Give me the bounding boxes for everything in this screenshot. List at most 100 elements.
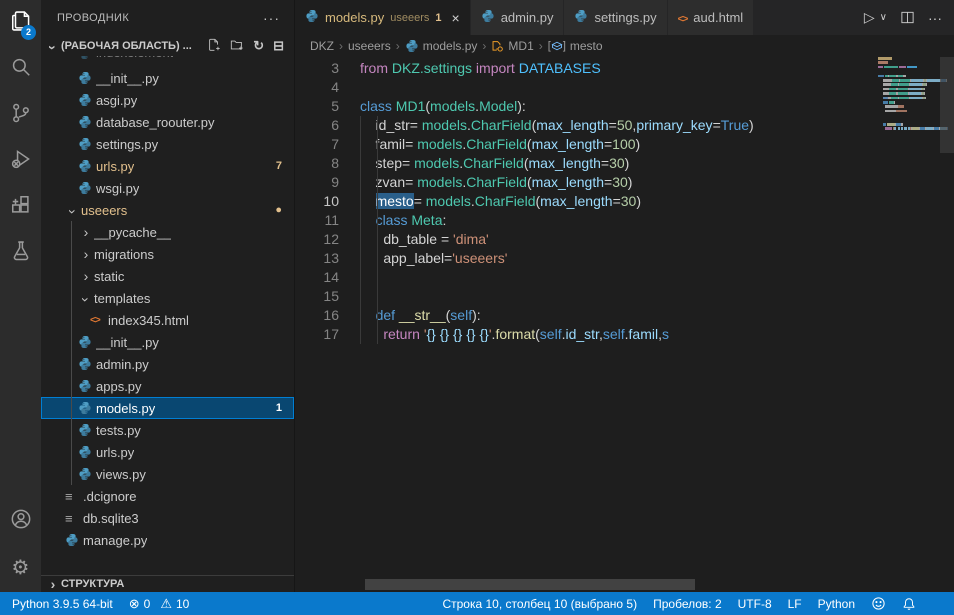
line-number[interactable]: 13 bbox=[295, 249, 339, 268]
code-line-15[interactable]: 15 bbox=[295, 287, 940, 306]
code-line-17[interactable]: 17 return '{} {} {} {} {}'.format(self.i… bbox=[295, 325, 940, 344]
tree-item-asgi-py[interactable]: asgi.py bbox=[41, 89, 294, 111]
activity-search-button[interactable] bbox=[0, 46, 41, 92]
status-problems[interactable]: ⊗0⚠10 bbox=[121, 592, 198, 615]
tree-item-init-py[interactable]: __init__.py bbox=[41, 331, 294, 353]
code-line-6[interactable]: 6 id_str= models.CharField(max_length=50… bbox=[295, 116, 940, 135]
breadcrumb-item-models-py[interactable]: models.py bbox=[405, 39, 478, 53]
tree-item-wsgi-py[interactable]: wsgi.py bbox=[41, 177, 294, 199]
status-indentation[interactable]: Пробелов: 2 bbox=[645, 592, 730, 615]
tree-item-manage-py[interactable]: manage.py bbox=[41, 529, 294, 551]
status-python-interpreter[interactable]: Python 3.9.5 64-bit bbox=[4, 592, 121, 615]
tree-item-dcignore[interactable]: ≡.dcignore bbox=[41, 485, 294, 507]
code-line-5[interactable]: 5class MD1(models.Model): bbox=[295, 97, 940, 116]
tree-item-settings-py[interactable]: settings.py bbox=[41, 133, 294, 155]
tree-item-views-py[interactable]: views.py bbox=[41, 463, 294, 485]
line-number[interactable]: 3 bbox=[295, 59, 339, 78]
line-number[interactable]: 11 bbox=[295, 211, 339, 230]
new-folder-icon[interactable] bbox=[230, 38, 244, 54]
activity-testing-button[interactable] bbox=[0, 230, 41, 276]
tree-item-index345-html[interactable]: <>index345.html bbox=[41, 309, 294, 331]
section-actions: ↻⊟ bbox=[207, 38, 294, 54]
close-icon[interactable]: × bbox=[452, 10, 460, 26]
split-editor-icon[interactable] bbox=[900, 10, 915, 25]
line-number[interactable]: 7 bbox=[295, 135, 339, 154]
status-language-mode[interactable]: Python bbox=[810, 592, 863, 615]
tree-item-db-sqlite3[interactable]: ≡db.sqlite3 bbox=[41, 507, 294, 529]
code-line-4[interactable]: 4 bbox=[295, 78, 940, 97]
status-eol[interactable]: LF bbox=[780, 592, 810, 615]
line-number[interactable]: 12 bbox=[295, 230, 339, 249]
line-number[interactable]: 14 bbox=[295, 268, 339, 287]
code-editor[interactable]: 3from DKZ.settings import DATABASES45cla… bbox=[295, 57, 940, 578]
status-notifications[interactable] bbox=[894, 592, 924, 615]
code-line-7[interactable]: 7 famil= models.CharField(max_length=100… bbox=[295, 135, 940, 154]
tree-item-useeers[interactable]: ›useeers● bbox=[41, 199, 294, 221]
line-number[interactable]: 9 bbox=[295, 173, 339, 192]
code-line-13[interactable]: 13 app_label='useeers' bbox=[295, 249, 940, 268]
tree-item-static[interactable]: ›static bbox=[41, 265, 294, 287]
tree-item-tests-py[interactable]: tests.py bbox=[41, 419, 294, 441]
line-number[interactable]: 15 bbox=[295, 287, 339, 306]
refresh-icon[interactable]: ↻ bbox=[253, 38, 264, 54]
horizontal-scrollbar[interactable] bbox=[365, 579, 695, 590]
run-icon[interactable]: ▷ bbox=[864, 9, 875, 26]
line-number[interactable]: 10 bbox=[295, 192, 339, 211]
workspace-section-header[interactable]: › (РАБОЧАЯ ОБЛАСТЬ) ... ↻⊟ bbox=[41, 35, 294, 57]
code-line-8[interactable]: 8 step= models.CharField(max_length=30) bbox=[295, 154, 940, 173]
tree-item-database-roouter-py[interactable]: database_roouter.py bbox=[41, 111, 294, 133]
outline-section-header[interactable]: › СТРУКТУРА bbox=[41, 575, 294, 592]
activity-run-debug-button[interactable] bbox=[0, 138, 41, 184]
line-number[interactable]: 17 bbox=[295, 325, 339, 344]
line-number[interactable]: 16 bbox=[295, 306, 339, 325]
tree-item-templates[interactable]: ›templates bbox=[41, 287, 294, 309]
breadcrumb-item-md1[interactable]: MD1 bbox=[491, 39, 533, 53]
status-feedback[interactable] bbox=[863, 592, 894, 615]
code-line-14[interactable]: 14 bbox=[295, 268, 940, 287]
status-encoding[interactable]: UTF-8 bbox=[730, 592, 780, 615]
activity-account-button[interactable] bbox=[0, 498, 41, 544]
tab-admin-py[interactable]: admin.py bbox=[471, 0, 565, 35]
indent-guide bbox=[360, 116, 361, 344]
line-number[interactable]: 4 bbox=[295, 78, 339, 97]
tree-item-apps-py[interactable]: apps.py bbox=[41, 375, 294, 397]
tree-item-label: database_roouter.py bbox=[96, 115, 215, 130]
code-line-12[interactable]: 12 db_table = 'dima' bbox=[295, 230, 940, 249]
line-number[interactable]: 6 bbox=[295, 116, 339, 135]
tree-item-urls-py[interactable]: urls.py bbox=[41, 441, 294, 463]
tree-item-urls-py[interactable]: urls.py7 bbox=[41, 155, 294, 177]
code-line-3[interactable]: 3from DKZ.settings import DATABASES bbox=[295, 59, 940, 78]
minimap[interactable] bbox=[876, 57, 940, 177]
tab-settings-py[interactable]: settings.py bbox=[564, 0, 667, 35]
more-actions-icon[interactable]: ··· bbox=[928, 10, 942, 26]
run-dropdown-icon[interactable]: ∨ bbox=[880, 12, 887, 23]
breadcrumb-item-dkz[interactable]: DKZ bbox=[310, 39, 334, 53]
code-line-10[interactable]: 10 mesto= models.CharField(max_length=30… bbox=[295, 192, 940, 211]
status-cursor-position[interactable]: Строка 10, столбец 10 (выбрано 5) bbox=[434, 592, 645, 615]
activity-source-control-button[interactable] bbox=[0, 92, 41, 138]
status-label: UTF-8 bbox=[738, 597, 772, 611]
tree-item-pycache[interactable]: ›__pycache__ bbox=[41, 221, 294, 243]
tree-item-indexelement[interactable]: indexelement bbox=[41, 56, 294, 67]
tree-item-migrations[interactable]: ›migrations bbox=[41, 243, 294, 265]
activity-settings-button[interactable]: ⚙ bbox=[0, 544, 41, 590]
explorer-more-actions-icon[interactable]: ··· bbox=[263, 10, 280, 26]
collapse-all-icon[interactable]: ⊟ bbox=[273, 38, 284, 54]
tab-models-py[interactable]: models.pyuseeers1× bbox=[295, 0, 471, 35]
breadcrumb-item-mesto[interactable]: []mesto bbox=[548, 39, 603, 53]
line-number[interactable]: 8 bbox=[295, 154, 339, 173]
line-number[interactable]: 5 bbox=[295, 97, 339, 116]
new-file-icon[interactable] bbox=[207, 38, 221, 54]
activity-explorer-button[interactable]: 2 bbox=[0, 0, 41, 46]
tree-item-init-py[interactable]: __init__.py bbox=[41, 67, 294, 89]
activity-extensions-button[interactable] bbox=[0, 184, 41, 230]
tree-item-models-py[interactable]: models.py1 bbox=[41, 397, 294, 419]
vertical-scrollbar[interactable] bbox=[940, 57, 954, 153]
tree-item-admin-py[interactable]: admin.py bbox=[41, 353, 294, 375]
code-line-11[interactable]: 11 class Meta: bbox=[295, 211, 940, 230]
breadcrumb-item-useeers[interactable]: useeers bbox=[348, 39, 391, 53]
tab-aud-html[interactable]: <>aud.html bbox=[668, 0, 755, 35]
breadcrumb-label: models.py bbox=[423, 39, 478, 53]
code-line-9[interactable]: 9 zvan= models.CharField(max_length=30) bbox=[295, 173, 940, 192]
code-line-16[interactable]: 16 def __str__(self): bbox=[295, 306, 940, 325]
